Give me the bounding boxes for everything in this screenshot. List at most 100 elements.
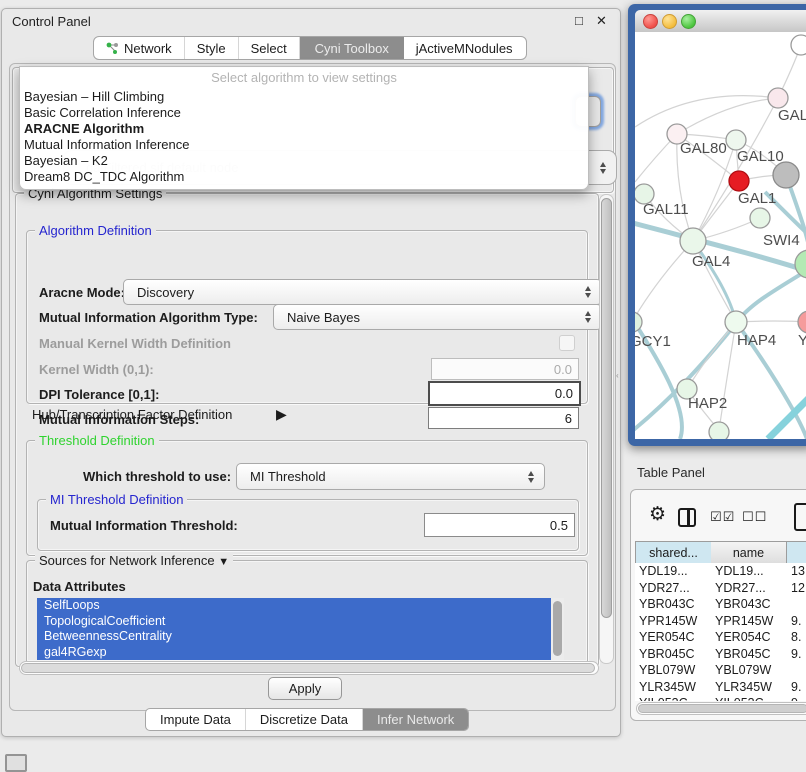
table-row[interactable]: YBR043CYBR043C — [635, 596, 806, 613]
table-row[interactable]: YLR345WYLR345W9. — [635, 679, 806, 696]
which-threshold-combo[interactable]: MI Threshold — [236, 463, 545, 490]
float-panel-icon[interactable]: □ — [575, 13, 583, 28]
network-node-gal4[interactable] — [680, 228, 706, 254]
mi-algorithm-type-combo[interactable]: Naive Bayes — [273, 304, 602, 330]
attribute-item-selected[interactable]: SelfLoops — [37, 598, 564, 614]
table-row[interactable]: YER054CYER054C8. — [635, 629, 806, 646]
manual-kernel-label: Manual Kernel Width Definition — [39, 336, 231, 351]
attribute-item-selected[interactable]: TopologicalCoefficient — [37, 614, 564, 630]
tab-cyni-toolbox[interactable]: Cyni Toolbox — [300, 37, 404, 59]
network-node[interactable] — [791, 35, 806, 55]
tab-style[interactable]: Style — [185, 37, 239, 59]
control-panel-title: Control Panel — [12, 14, 91, 29]
table-row[interactable]: YDL19...YDL19...13 — [635, 563, 806, 580]
table-row[interactable]: YDR27...YDR27...12 — [635, 580, 806, 597]
tab-discretize-data[interactable]: Discretize Data — [246, 709, 363, 730]
cell-shared-name: YBL079W — [635, 663, 711, 677]
dropdown-item[interactable]: Basic Correlation Inference — [24, 105, 181, 120]
mi-threshold-field[interactable]: 0.5 — [424, 513, 575, 537]
attribute-item-selected[interactable]: BetweennessCentrality — [37, 629, 564, 645]
cell-value: 9. — [787, 614, 806, 628]
table-hscrollbar-track[interactable] — [636, 702, 806, 715]
network-tab-icon — [106, 41, 119, 55]
node-label: GAL — [778, 107, 806, 124]
hide-columns-icon[interactable]: ☐☐ — [742, 509, 767, 525]
table-row[interactable]: YBL079WYBL079W — [635, 662, 806, 679]
screen: { "control_panel": { "title": "Control P… — [0, 0, 806, 762]
algorithm-definition-group: Algorithm Definition Aracne Mode: Discov… — [26, 230, 588, 404]
dropdown-item[interactable]: Bayesian – Hill Climbing — [24, 89, 164, 104]
table-hscrollbar-thumb[interactable] — [638, 704, 806, 713]
minimize-window-icon[interactable] — [662, 14, 677, 29]
dropdown-item[interactable]: Bayesian – K2 — [24, 153, 108, 168]
apply-button[interactable]: Apply — [268, 677, 342, 700]
network-node-gal1[interactable] — [729, 171, 749, 191]
hub-definition-label[interactable]: Hub/Transcription Factor Definition — [32, 407, 232, 422]
show-columns-icon[interactable]: ☑☑ — [710, 509, 735, 525]
node-label: GAL1 — [738, 190, 776, 207]
expand-arrow-icon[interactable]: ▶ — [276, 406, 287, 423]
settings-hscrollbar-thumb[interactable] — [21, 663, 595, 673]
new-table-icon[interactable] — [794, 503, 806, 531]
list-scrollbar-thumb[interactable] — [553, 601, 562, 656]
column-header-shared[interactable]: shared... — [635, 541, 712, 564]
tab-select[interactable]: Select — [239, 37, 300, 59]
close-window-icon[interactable] — [643, 14, 658, 29]
toolbox-tabs: Network Style Select Cyni Toolbox jActiv… — [93, 36, 527, 60]
settings-vscrollbar-thumb[interactable] — [601, 198, 612, 618]
algorithm-definition-title: Algorithm Definition — [35, 223, 156, 238]
network-node-gal10[interactable] — [726, 130, 746, 150]
apply-button-label: Apply — [289, 681, 322, 696]
settings-hscrollbar-track[interactable] — [19, 661, 599, 675]
minimized-panel-icon[interactable] — [5, 754, 27, 772]
tab-jactivemnodules-label: jActiveMNodules — [416, 41, 513, 56]
dropdown-item-selected[interactable]: ARACNE Algorithm — [24, 121, 144, 136]
dropdown-item[interactable]: Dream8 DC_TDC Algorithm — [24, 169, 184, 184]
table-row[interactable]: YPR145WYPR145W9. — [635, 613, 806, 630]
list-scrollbar-track[interactable] — [551, 598, 564, 660]
network-node[interactable] — [798, 311, 806, 333]
sources-title-text: Sources for Network Inference — [39, 553, 215, 568]
table-panel: ⚙ ☑☑ ☐☐ shared... name YDL19...YDL19...1… — [630, 489, 806, 721]
mi-threshold-label: Mutual Information Threshold: — [50, 518, 238, 533]
node-label: SWI4 — [763, 232, 800, 249]
table-panel-title: Table Panel — [637, 465, 705, 480]
column-header-name[interactable]: name — [711, 541, 787, 564]
data-attributes-label: Data Attributes — [33, 579, 126, 594]
network-window-titlebar[interactable] — [635, 10, 806, 33]
dpi-tolerance-field[interactable]: 0.0 — [428, 381, 581, 406]
mi-steps-field[interactable]: 6 — [428, 407, 579, 429]
tab-jactivemnodules[interactable]: jActiveMNodules — [404, 37, 525, 59]
dropdown-item[interactable]: Mutual Information Inference — [24, 137, 189, 152]
cell-name: YBR045C — [711, 647, 787, 661]
panel-divider-handle[interactable]: ‹ — [616, 371, 621, 381]
maximize-window-icon[interactable] — [681, 14, 696, 29]
close-panel-icon[interactable]: ✕ — [596, 13, 607, 29]
manual-kernel-checkbox[interactable] — [559, 335, 575, 351]
tab-infer-network-label: Infer Network — [377, 712, 454, 727]
network-node-swi4[interactable] — [795, 250, 806, 278]
network-node[interactable] — [709, 422, 729, 439]
tab-network[interactable]: Network — [94, 37, 185, 59]
settings-vscrollbar-track[interactable] — [599, 194, 614, 664]
node-label: GCY1 — [635, 333, 671, 350]
cell-shared-name: YBR043C — [635, 597, 711, 611]
network-node[interactable] — [773, 162, 799, 188]
gear-icon[interactable]: ⚙ — [649, 505, 666, 524]
table-row[interactable]: YIL053CYIL053C9 — [635, 695, 806, 701]
network-node[interactable] — [768, 88, 788, 108]
network-canvas[interactable]: GAL GAL80 GAL10 GAL1 GAL11 SWI4 GAL4 GCY… — [635, 32, 806, 439]
column-header-partial[interactable] — [787, 541, 806, 564]
network-node-hap4[interactable] — [725, 311, 747, 333]
mi-threshold-value: 0.5 — [550, 518, 568, 533]
columns-icon[interactable] — [678, 508, 696, 527]
aracne-mode-combo[interactable]: Discovery — [123, 279, 602, 305]
network-node[interactable] — [750, 208, 770, 228]
kernel-width-field[interactable]: 0.0 — [431, 358, 579, 380]
tab-impute-data[interactable]: Impute Data — [146, 709, 246, 730]
table-row[interactable]: YBR045CYBR045C9. — [635, 646, 806, 663]
tab-infer-network[interactable]: Infer Network — [363, 709, 468, 730]
attribute-item-selected[interactable]: gal4RGexp — [37, 645, 564, 661]
collapse-arrow-icon[interactable]: ▼ — [218, 556, 229, 568]
cell-value: 13 — [787, 564, 806, 578]
